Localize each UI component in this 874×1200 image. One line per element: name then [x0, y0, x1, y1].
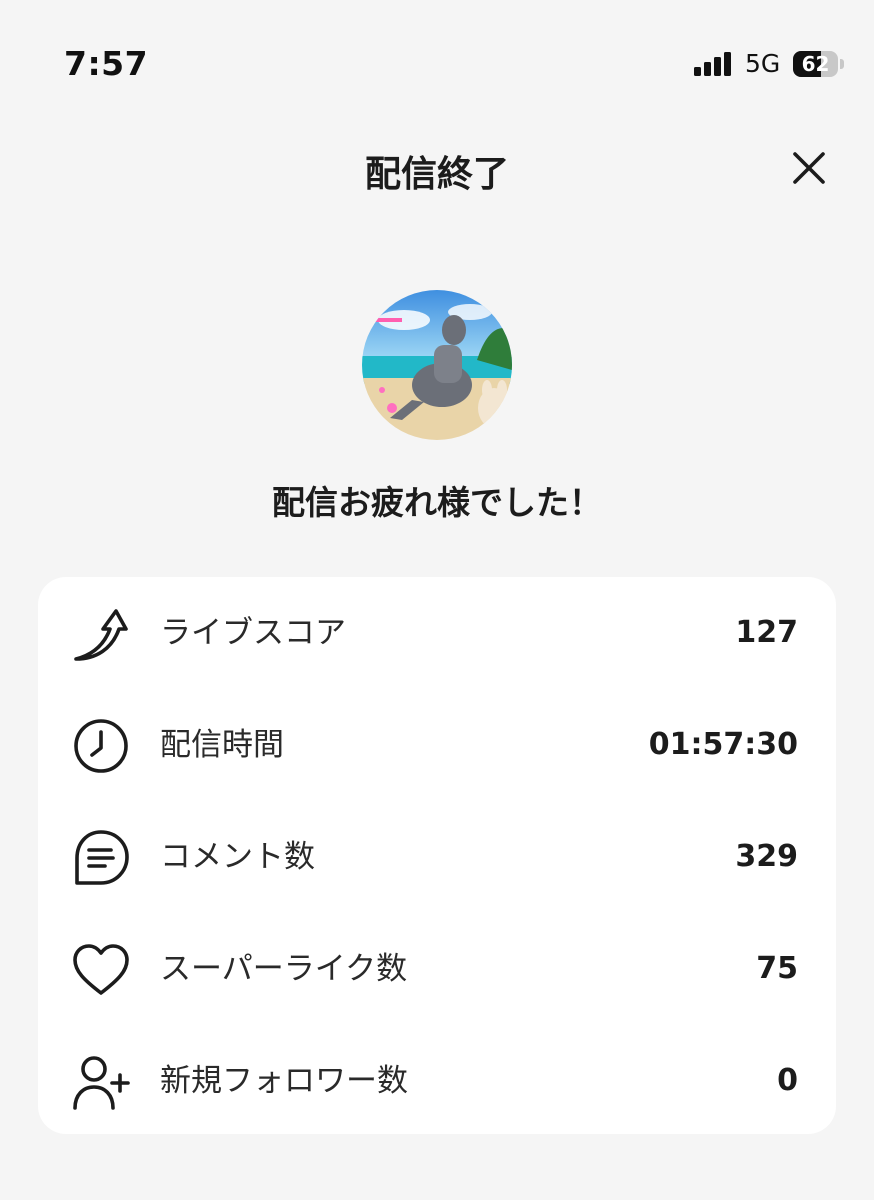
comment-icon: [75, 830, 129, 885]
stat-row-new-followers: 新規フォロワー数 0: [38, 1025, 836, 1137]
trend-arrow-icon: [74, 609, 128, 661]
status-bar: 7:57 5G 62: [0, 0, 874, 110]
stat-value: 127: [735, 615, 798, 650]
stat-row-super-likes: スーパーライク数 75: [38, 913, 836, 1025]
stat-label: コメント数: [160, 839, 315, 875]
stat-label: ライブスコア: [160, 615, 346, 651]
stat-value: 329: [735, 839, 798, 874]
heart-icon: [73, 944, 129, 995]
stat-label: スーパーライク数: [160, 951, 408, 987]
add-user-icon: [73, 1056, 130, 1110]
clock-icon: [74, 719, 128, 773]
battery-icon: 62: [793, 51, 845, 77]
close-icon[interactable]: [784, 143, 834, 193]
page-title: 配信終了: [364, 154, 509, 195]
stat-value: 75: [756, 951, 798, 986]
stat-row-comments: コメント数 329: [38, 801, 836, 913]
stream-thumbnail-avatar: [362, 290, 512, 440]
signal-strength-icon: [694, 52, 731, 76]
stat-row-live-score: ライブスコア 127: [38, 577, 836, 689]
battery-level: 62: [801, 52, 830, 76]
stats-card: ライブスコア 127 配信時間 01:57:30 コメント数 329 スーパーラ…: [38, 577, 836, 1134]
stat-row-stream-time: 配信時間 01:57:30: [38, 689, 836, 801]
network-type: 5G: [745, 49, 781, 78]
stat-label: 配信時間: [160, 727, 284, 763]
stat-value: 0: [777, 1063, 798, 1098]
status-time: 7:57: [64, 44, 149, 83]
stream-complete-message: 配信お疲れ様でした！: [272, 483, 602, 522]
stat-value: 01:57:30: [648, 727, 798, 762]
stat-label: 新規フォロワー数: [160, 1063, 408, 1099]
